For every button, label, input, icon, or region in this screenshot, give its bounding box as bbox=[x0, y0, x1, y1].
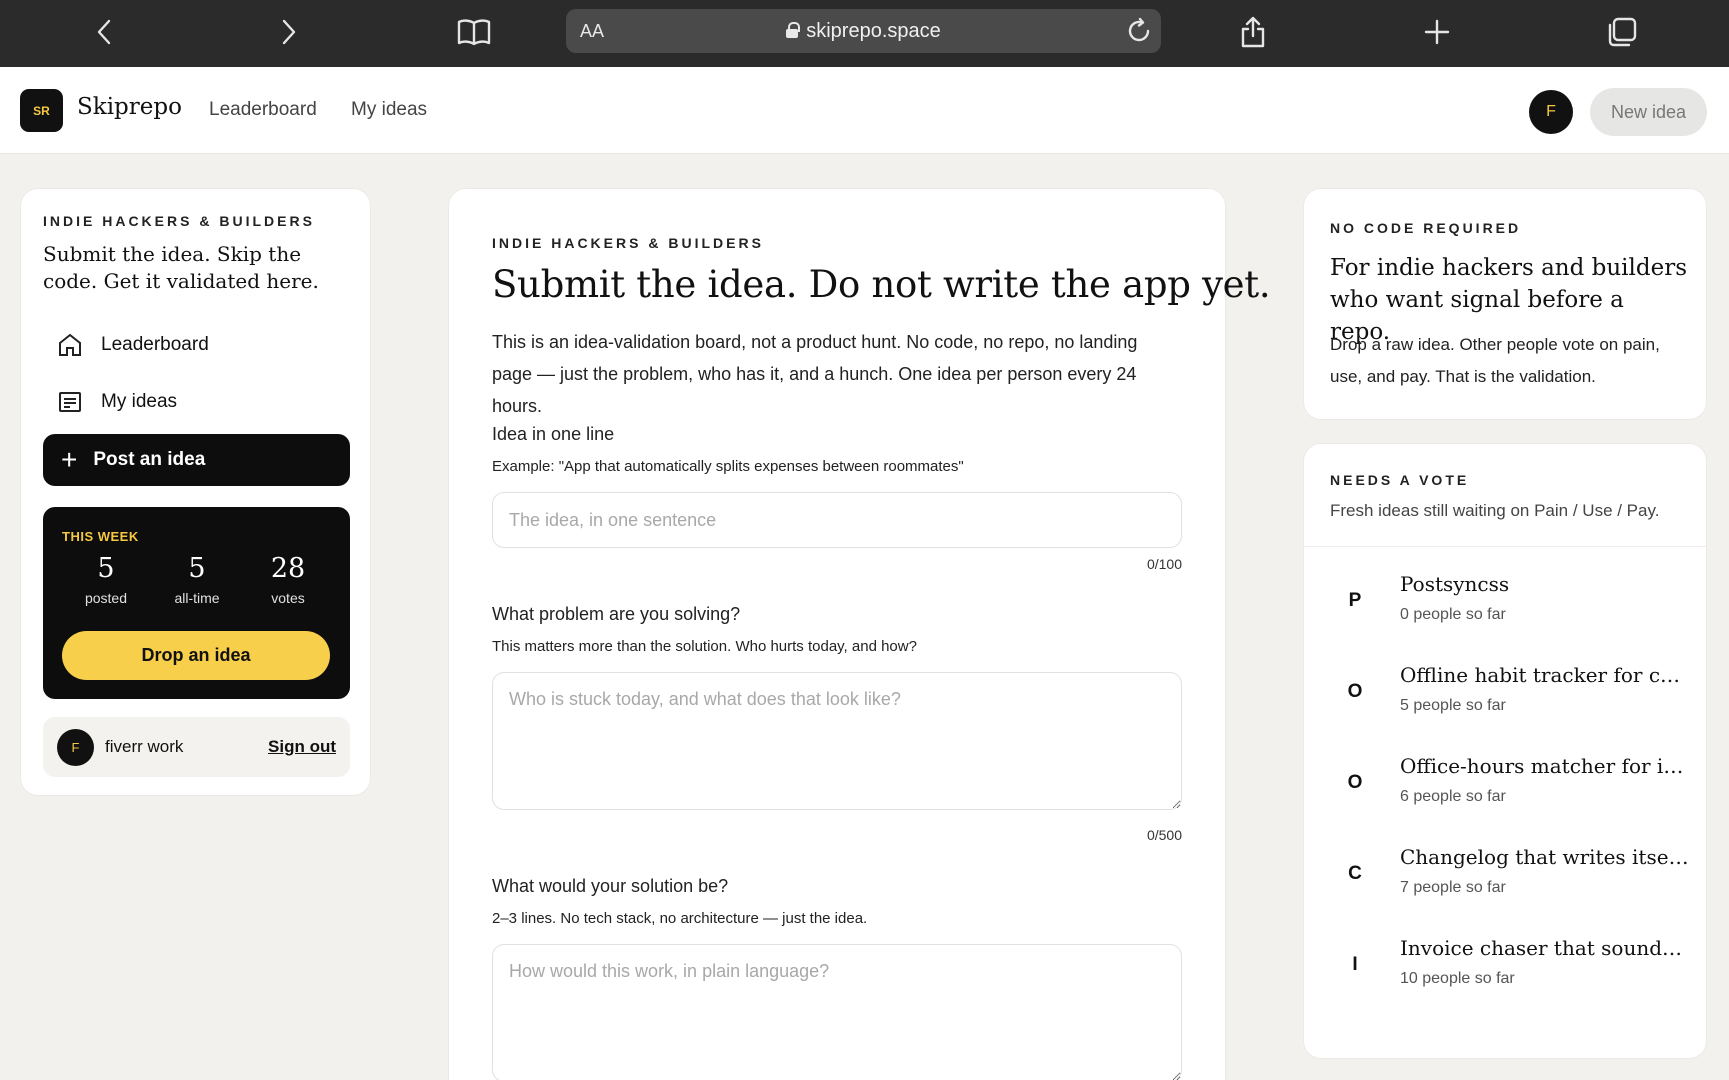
new-tab-icon[interactable] bbox=[1413, 10, 1461, 54]
list-item[interactable]: C Changelog that writes itself ... 7 peo… bbox=[1304, 845, 1708, 917]
user-name: fiverr work bbox=[105, 737, 184, 756]
sidebar-card: INDIE HACKERS & BUILDERS Submit the idea… bbox=[20, 188, 371, 796]
stat-number: 5 bbox=[188, 553, 206, 584]
bookmarks-icon[interactable] bbox=[450, 10, 498, 54]
post-idea-label: Post an idea bbox=[93, 449, 206, 470]
plus-icon: + bbox=[61, 444, 78, 475]
item-title: Offline habit tracker for che... bbox=[1400, 663, 1692, 687]
avatar[interactable]: F bbox=[1529, 90, 1573, 134]
home-icon bbox=[59, 333, 81, 356]
stat-posted: 5 posted bbox=[61, 553, 151, 606]
lock-icon bbox=[786, 22, 801, 38]
post-idea-button[interactable]: + Post an idea bbox=[43, 434, 350, 486]
item-title: Invoice chaser that sounds li... bbox=[1400, 936, 1692, 960]
tabs-icon[interactable] bbox=[1598, 10, 1646, 54]
sidebar-eyebrow: INDIE HACKERS & BUILDERS bbox=[43, 213, 315, 229]
info-description: Drop a raw idea. Other people vote on pa… bbox=[1330, 335, 1660, 386]
nav-my-ideas[interactable]: My ideas bbox=[351, 99, 427, 121]
item-initial: P bbox=[1348, 590, 1362, 611]
sidebar-tagline: Submit the idea. Skip the code. Get it v… bbox=[43, 242, 319, 293]
list-item[interactable]: O Offline habit tracker for che... 5 peo… bbox=[1304, 663, 1708, 735]
list-icon bbox=[59, 392, 81, 412]
nav-leaderboard[interactable]: Leaderboard bbox=[209, 99, 317, 121]
form-intro: This is an idea-validation board, not a … bbox=[492, 332, 1138, 416]
item-voters: 0 people so far bbox=[1400, 606, 1506, 623]
sidebar-item-label: Leaderboard bbox=[101, 334, 209, 355]
solution-field-hint: 2–3 lines. No tech stack, no architectur… bbox=[492, 910, 868, 927]
list-item[interactable]: P Postsyncss 0 people so far bbox=[1304, 572, 1708, 644]
stat-votes: 28 votes bbox=[243, 553, 333, 606]
idea-char-counter: 0/100 bbox=[1146, 556, 1182, 572]
item-initial: O bbox=[1347, 681, 1363, 702]
problem-char-counter: 0/500 bbox=[1146, 827, 1182, 843]
no-code-info-card: NO CODE REQUIRED For indie hackers and b… bbox=[1303, 188, 1707, 420]
brand-name[interactable]: Skiprepo bbox=[77, 94, 182, 120]
stat-number: 28 bbox=[270, 553, 306, 584]
divider bbox=[1304, 546, 1706, 547]
solution-field-label: What would your solution be? bbox=[492, 876, 729, 896]
reload-icon[interactable] bbox=[1125, 17, 1153, 50]
sign-out-link[interactable]: Sign out bbox=[268, 737, 336, 757]
item-voters: 10 people so far bbox=[1400, 970, 1515, 987]
item-voters: 7 people so far bbox=[1400, 879, 1506, 896]
sidebar-item-leaderboard[interactable]: Leaderboard bbox=[57, 325, 209, 365]
item-voters: 6 people so far bbox=[1400, 788, 1506, 805]
sidebar-item-label: My ideas bbox=[101, 391, 178, 412]
user-box: F fiverr work Sign out bbox=[43, 717, 350, 777]
needs-vote-card: NEEDS A VOTE Fresh ideas still waiting o… bbox=[1303, 443, 1707, 1059]
new-idea-button[interactable]: New idea bbox=[1590, 88, 1707, 136]
item-initial: O bbox=[1347, 772, 1363, 793]
item-initial: C bbox=[1348, 863, 1362, 884]
item-title: Office-hours matcher for in... bbox=[1400, 754, 1692, 778]
solution-textarea[interactable] bbox=[492, 944, 1182, 1080]
back-icon[interactable] bbox=[81, 10, 129, 54]
idea-field-hint: Example: "App that automatically splits … bbox=[492, 458, 964, 475]
list-item[interactable]: O Office-hours matcher for in... 6 peopl… bbox=[1304, 754, 1708, 826]
item-initial: I bbox=[1352, 954, 1358, 975]
item-voters: 5 people so far bbox=[1400, 697, 1506, 714]
needs-vote-eyebrow: NEEDS A VOTE bbox=[1330, 472, 1470, 488]
url-text: skiprepo.space bbox=[806, 20, 941, 42]
submit-form-card: INDIE HACKERS & BUILDERS Submit the idea… bbox=[448, 188, 1271, 1080]
problem-field-label: What problem are you solving? bbox=[492, 604, 741, 624]
user-avatar: F bbox=[57, 729, 94, 766]
browser-toolbar: AA skiprepo.space bbox=[0, 0, 1729, 67]
site-header: SR Skiprepo Leaderboard My ideas F New i… bbox=[0, 67, 1729, 154]
page-title: Submit the idea. Do not write the app ye… bbox=[492, 263, 1271, 306]
list-item[interactable]: I Invoice chaser that sounds li... 10 pe… bbox=[1304, 936, 1708, 1008]
stat-label: all-time bbox=[174, 590, 220, 606]
stat-label: posted bbox=[84, 590, 128, 606]
this-week-label: THIS WEEK bbox=[62, 529, 139, 544]
problem-field-hint: This matters more than the solution. Who… bbox=[492, 638, 917, 655]
problem-textarea[interactable] bbox=[492, 672, 1182, 810]
needs-vote-subtitle: Fresh ideas still waiting on Pain / Use … bbox=[1330, 501, 1660, 520]
form-eyebrow: INDIE HACKERS & BUILDERS bbox=[492, 235, 764, 251]
stat-number: 5 bbox=[97, 553, 115, 584]
idea-field-label: Idea in one line bbox=[492, 424, 615, 444]
stat-label: votes bbox=[271, 590, 305, 606]
idea-input[interactable] bbox=[492, 492, 1182, 548]
item-title: Postsyncss bbox=[1400, 572, 1510, 596]
item-title: Changelog that writes itself ... bbox=[1400, 845, 1692, 869]
stat-all-time: 5 all-time bbox=[152, 553, 242, 606]
address-bar[interactable]: AA skiprepo.space bbox=[566, 9, 1161, 53]
info-eyebrow: NO CODE REQUIRED bbox=[1330, 220, 1522, 236]
sidebar-item-my-ideas[interactable]: My ideas bbox=[57, 382, 177, 422]
drop-idea-button[interactable]: Drop an idea bbox=[62, 631, 330, 680]
this-week-panel: THIS WEEK 5 posted 5 all-time 28 votes D… bbox=[43, 507, 350, 699]
share-icon[interactable] bbox=[1229, 10, 1277, 54]
forward-icon[interactable] bbox=[264, 10, 312, 54]
logo[interactable]: SR bbox=[20, 89, 63, 132]
